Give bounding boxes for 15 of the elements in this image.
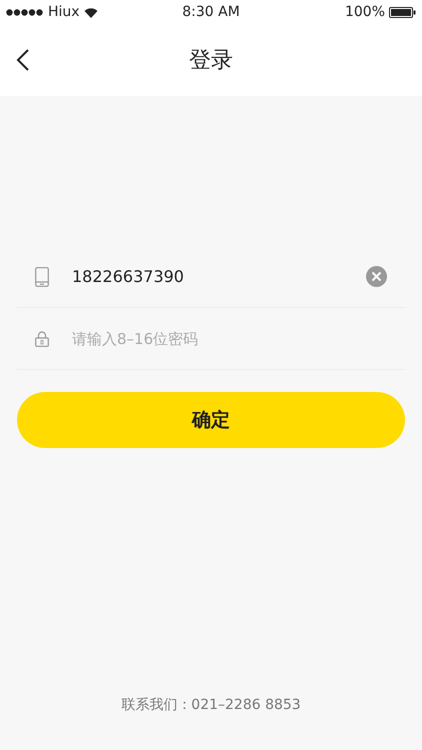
status-time: 8:30 AM <box>182 4 240 20</box>
phone-field[interactable]: 18226637390 <box>72 264 343 288</box>
page-title: 登录 <box>189 47 233 75</box>
password-field[interactable]: 请输入8–16位密码 <box>72 326 387 350</box>
clear-icon[interactable] <box>366 266 387 287</box>
back-icon[interactable] <box>16 48 30 72</box>
confirm-button[interactable]: 确定 <box>17 392 405 448</box>
carrier-name: Hiux <box>48 4 80 20</box>
signal-icon <box>6 8 44 16</box>
phone-icon <box>35 266 49 286</box>
wifi-icon <box>84 6 98 18</box>
battery-percent: 100% <box>344 4 385 20</box>
battery-icon <box>389 6 416 18</box>
contact-text: 联系我们：021–2286 8853 <box>121 696 301 714</box>
lock-icon <box>35 330 49 346</box>
